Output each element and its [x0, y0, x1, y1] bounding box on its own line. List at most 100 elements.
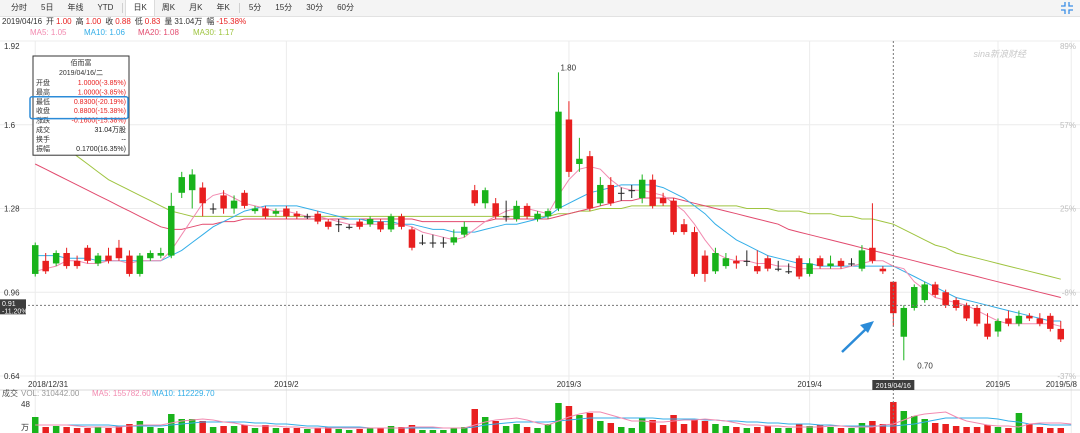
- candle: [649, 174, 656, 209]
- candle: [429, 234, 437, 248]
- candle-body: [209, 208, 217, 210]
- period-tab[interactable]: 分时: [4, 0, 34, 16]
- kline-chart[interactable]: sina新浪财经 1.800.70 成交 VOL: 310442.00 MA5: 1…: [0, 16, 1080, 433]
- period-tab[interactable]: 5日: [34, 0, 60, 16]
- volume-bar: [900, 411, 908, 433]
- header-pct-value: -15.38%: [216, 17, 246, 26]
- candle: [722, 252, 730, 269]
- volume-bar: [942, 424, 949, 433]
- period-tab[interactable]: 日K: [125, 0, 155, 16]
- candle: [701, 250, 709, 282]
- header-c-value: 0.88: [115, 17, 131, 26]
- volume-bar: [586, 413, 594, 433]
- candle-body: [785, 271, 792, 273]
- volume-bar: [691, 419, 698, 433]
- candle-body: [837, 260, 845, 267]
- candle-body: [324, 221, 332, 227]
- candle-body: [942, 292, 949, 306]
- volume-bar: [209, 427, 217, 433]
- volume-bar: [712, 424, 719, 433]
- candle-body: [502, 216, 510, 218]
- candle-body: [597, 184, 604, 204]
- candle-body: [534, 213, 541, 219]
- candle-body: [262, 208, 269, 217]
- period-tab[interactable]: 周K: [155, 0, 182, 16]
- period-tab[interactable]: 月K: [182, 0, 209, 16]
- volume-bar: [1057, 428, 1065, 433]
- period-tab[interactable]: 5分: [242, 0, 268, 16]
- volume-bar: [304, 429, 311, 433]
- candle: [136, 252, 144, 277]
- candle-body: [31, 245, 39, 274]
- volume-bar: [963, 427, 970, 433]
- volume-ma10: MA10: 112229.70: [152, 389, 215, 398]
- candle: [586, 150, 594, 212]
- tooltip-row-label: 成交: [36, 125, 50, 134]
- candle: [356, 218, 363, 230]
- candle: [377, 218, 384, 233]
- volume-bar: [241, 425, 248, 433]
- candle: [565, 101, 573, 178]
- candle: [209, 203, 217, 214]
- volume-bar: [607, 423, 615, 433]
- volume-bar: [220, 426, 227, 433]
- volume-bar: [931, 423, 939, 433]
- volume-bar: [534, 428, 541, 433]
- period-tab[interactable]: 60分: [330, 0, 361, 16]
- tooltip-row-value: 0.1700(16.35%): [76, 146, 126, 153]
- tooltip-row-label: 最低: [36, 97, 50, 106]
- candle-body: [1026, 315, 1033, 319]
- arrow-icon: [841, 326, 869, 353]
- candle: [785, 263, 792, 274]
- candle: [293, 211, 301, 219]
- period-tab[interactable]: 15分: [268, 0, 299, 16]
- candle-body: [733, 260, 740, 264]
- candle-body: [73, 260, 81, 267]
- tooltip-row-label: 最高: [36, 87, 50, 96]
- period-tab[interactable]: 年线: [60, 0, 90, 16]
- candle-body: [869, 247, 876, 261]
- candle: [492, 198, 499, 219]
- collapse-arrows-icon[interactable]: [1060, 1, 1074, 15]
- tooltip-row-value: 1.0000(-3.85%): [78, 89, 126, 96]
- ma-legend-label: MA20: 1.08: [138, 28, 179, 37]
- candle: [1036, 313, 1044, 327]
- candle-body: [283, 208, 290, 217]
- candle-body: [126, 255, 133, 274]
- candle-body: [251, 208, 259, 212]
- candle: [283, 205, 290, 219]
- period-tab[interactable]: 年K: [209, 0, 236, 16]
- candle-body: [157, 252, 165, 256]
- volume-bar: [408, 425, 416, 433]
- candle-body: [377, 221, 384, 230]
- header-l-label: 低: [135, 16, 143, 26]
- candle: [680, 218, 688, 235]
- ohlc-tooltip: 佰而富 2019/04/16/二开盘 1.0000(-3.85%) 最高 1.0000(…: [29, 55, 130, 156]
- candle-body: [963, 305, 970, 319]
- candles: 1.80 0.70: [31, 63, 1065, 370]
- candle-body: [628, 190, 635, 192]
- period-tab[interactable]: YTD: [90, 0, 120, 16]
- period-tab[interactable]: 30分: [299, 0, 330, 16]
- ma-legend-label: MA5: 1.05: [30, 28, 67, 37]
- candle-body: [670, 200, 677, 233]
- candle: [324, 218, 332, 230]
- tooltip-row-value: 1.0000(-3.85%): [78, 80, 126, 87]
- candle-body: [63, 252, 70, 267]
- candle-body: [314, 213, 322, 222]
- candle: [115, 239, 123, 261]
- sina-watermark: sina新浪财经: [973, 49, 1027, 59]
- volume-bar: [754, 427, 761, 433]
- volume-bar: [513, 424, 520, 433]
- candle-body: [931, 284, 939, 295]
- candle: [869, 203, 876, 264]
- candle-body: [168, 205, 175, 256]
- candle-body: [335, 224, 342, 226]
- candle-body: [743, 260, 751, 262]
- candle: [251, 205, 259, 214]
- ohlc-header-line: 2019/04/16 开 1.00 高 1.00 收 0.88 低 0.83 量 31.04万幅 -1…: [2, 16, 246, 26]
- tab-separator: [122, 3, 124, 13]
- tooltip-row-value: --: [121, 136, 126, 143]
- candle-body: [345, 226, 353, 228]
- candle: [911, 284, 918, 311]
